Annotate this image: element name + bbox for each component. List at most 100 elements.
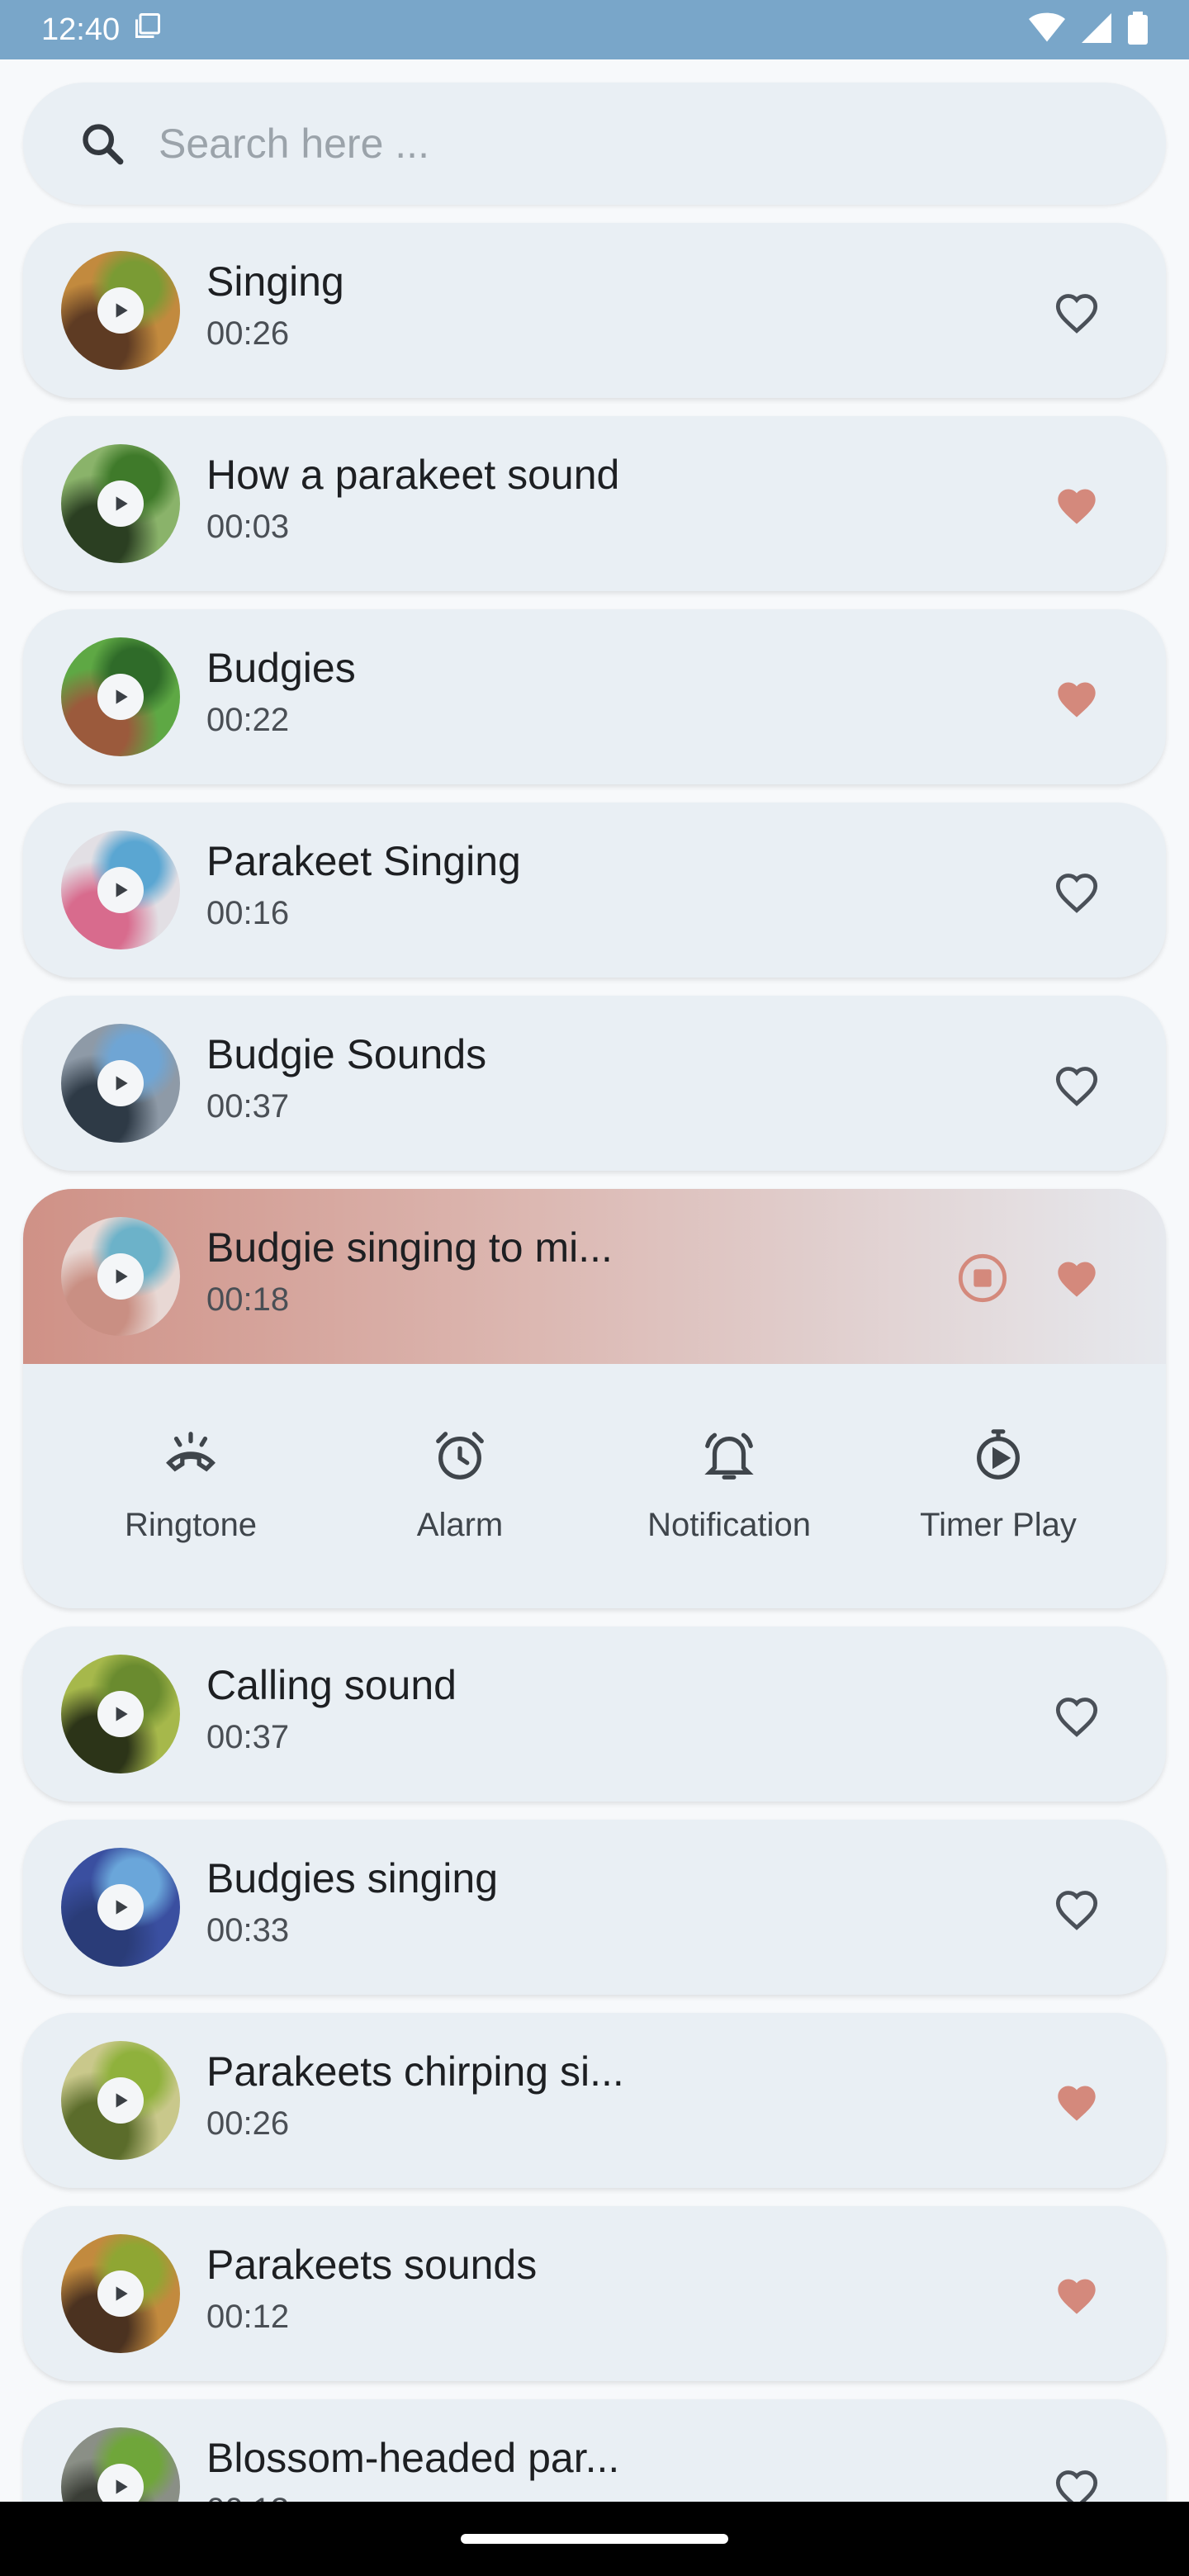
sound-title: Singing bbox=[206, 258, 344, 305]
heart-outline-icon[interactable] bbox=[1047, 282, 1106, 342]
sound-thumbnail[interactable] bbox=[61, 251, 180, 370]
sound-row[interactable]: Budgie singing to mi... 00:18 bbox=[23, 1189, 1166, 1364]
play-icon[interactable] bbox=[97, 2271, 144, 2317]
heart-filled-icon[interactable] bbox=[1047, 2072, 1106, 2132]
sound-card[interactable]: Budgie Sounds 00:37 bbox=[23, 996, 1166, 1171]
heart-outline-icon[interactable] bbox=[1047, 862, 1106, 921]
action-notification[interactable]: Notification bbox=[605, 1427, 853, 1544]
action-label: Timer Play bbox=[920, 1507, 1077, 1543]
play-icon[interactable] bbox=[97, 1884, 144, 1930]
sound-row[interactable]: Budgies singing 00:33 bbox=[23, 1820, 1166, 1995]
ringtone-icon bbox=[162, 1427, 220, 1489]
sound-row[interactable]: Calling sound 00:37 bbox=[23, 1627, 1166, 1802]
sound-title: Parakeets chirping si... bbox=[206, 2048, 624, 2095]
sound-title: Calling sound bbox=[206, 1662, 457, 1708]
play-icon[interactable] bbox=[97, 674, 144, 720]
heart-filled-icon[interactable] bbox=[1047, 1248, 1106, 1308]
heart-filled-icon[interactable] bbox=[1047, 669, 1106, 728]
action-timer-play[interactable]: Timer Play bbox=[874, 1427, 1122, 1544]
sound-card[interactable]: Parakeets chirping si... 00:26 bbox=[23, 2013, 1166, 2188]
sound-title: Blossom-headed par... bbox=[206, 2435, 620, 2481]
sound-row[interactable]: Parakeet Singing 00:16 bbox=[23, 803, 1166, 978]
screenshot-icon bbox=[133, 11, 163, 49]
sound-duration: 00:16 bbox=[206, 895, 290, 931]
sound-duration: 00:26 bbox=[206, 2105, 290, 2142]
sound-row[interactable]: Singing 00:26 bbox=[23, 223, 1166, 398]
sound-duration: 00:18 bbox=[206, 1281, 290, 1318]
sound-title: Parakeets sounds bbox=[206, 2242, 538, 2288]
play-icon[interactable] bbox=[97, 481, 144, 527]
sound-thumbnail[interactable] bbox=[61, 444, 180, 563]
sound-title: Parakeet Singing bbox=[206, 838, 521, 884]
sound-duration: 00:13 bbox=[206, 2492, 289, 2502]
heart-outline-icon[interactable] bbox=[1047, 2459, 1106, 2502]
sound-card[interactable]: Parakeets sounds 00:12 bbox=[23, 2206, 1166, 2381]
sound-row[interactable]: Budgie Sounds 00:37 bbox=[23, 996, 1166, 1171]
sound-card[interactable]: Calling sound 00:37 bbox=[23, 1627, 1166, 1802]
sound-row[interactable]: Budgies 00:22 bbox=[23, 609, 1166, 784]
play-icon[interactable] bbox=[97, 1691, 144, 1737]
sound-duration: 00:37 bbox=[206, 1719, 290, 1755]
status-bar: 12:40 bbox=[0, 0, 1189, 59]
sound-row[interactable]: Parakeets chirping si... 00:26 bbox=[23, 2013, 1166, 2188]
sound-actions: Ringtone Alarm Notification Timer Play bbox=[23, 1364, 1166, 1608]
sound-duration: 00:12 bbox=[206, 2299, 290, 2335]
sound-title: Budgie Sounds bbox=[206, 1031, 487, 1077]
play-icon[interactable] bbox=[97, 2464, 144, 2502]
sound-card[interactable]: Blossom-headed par... 00:13 bbox=[23, 2399, 1166, 2502]
sound-card[interactable]: Singing 00:26 bbox=[23, 223, 1166, 398]
sound-duration: 00:37 bbox=[206, 1088, 290, 1125]
action-label: Alarm bbox=[416, 1507, 504, 1543]
sound-row[interactable]: Parakeets sounds 00:12 bbox=[23, 2206, 1166, 2381]
sound-thumbnail[interactable] bbox=[61, 1217, 180, 1336]
signal-icon bbox=[1082, 12, 1111, 47]
battery-icon bbox=[1128, 11, 1148, 49]
stop-icon[interactable] bbox=[956, 1252, 1009, 1305]
heart-outline-icon[interactable] bbox=[1047, 1055, 1106, 1115]
status-time: 12:40 bbox=[41, 12, 121, 47]
sound-thumbnail[interactable] bbox=[61, 1848, 180, 1967]
play-icon[interactable] bbox=[97, 1253, 144, 1300]
sound-thumbnail[interactable] bbox=[61, 2427, 180, 2502]
sound-thumbnail[interactable] bbox=[61, 1024, 180, 1143]
alarm-icon bbox=[431, 1427, 489, 1489]
notification-icon bbox=[700, 1427, 758, 1489]
play-icon[interactable] bbox=[97, 2077, 144, 2124]
sound-thumbnail[interactable] bbox=[61, 637, 180, 756]
heart-filled-icon[interactable] bbox=[1047, 476, 1106, 535]
action-ringtone[interactable]: Ringtone bbox=[67, 1427, 315, 1544]
sound-thumbnail[interactable] bbox=[61, 2234, 180, 2353]
heart-filled-icon[interactable] bbox=[1047, 2266, 1106, 2325]
heart-outline-icon[interactable] bbox=[1047, 1686, 1106, 1745]
sound-card[interactable]: How a parakeet sound 00:03 bbox=[23, 416, 1166, 591]
search-icon[interactable] bbox=[76, 117, 129, 170]
timer-play-icon bbox=[969, 1427, 1027, 1489]
sound-card[interactable]: Budgies 00:22 bbox=[23, 609, 1166, 784]
sound-card[interactable]: Budgies singing 00:33 bbox=[23, 1820, 1166, 1995]
play-icon[interactable] bbox=[97, 1060, 144, 1106]
wifi-icon bbox=[1029, 12, 1065, 49]
sound-row[interactable]: Blossom-headed par... 00:13 bbox=[23, 2399, 1166, 2502]
action-alarm[interactable]: Alarm bbox=[336, 1427, 584, 1544]
sound-row[interactable]: How a parakeet sound 00:03 bbox=[23, 416, 1166, 591]
search-bar[interactable] bbox=[23, 83, 1166, 205]
play-icon[interactable] bbox=[97, 867, 144, 913]
search-input[interactable] bbox=[159, 120, 984, 168]
sound-thumbnail[interactable] bbox=[61, 1655, 180, 1773]
action-label: Notification bbox=[647, 1507, 811, 1543]
sound-duration: 00:22 bbox=[206, 702, 290, 738]
sound-thumbnail[interactable] bbox=[61, 2041, 180, 2160]
sound-thumbnail[interactable] bbox=[61, 831, 180, 949]
sound-duration: 00:26 bbox=[206, 315, 290, 352]
action-label: Ringtone bbox=[124, 1507, 258, 1543]
sound-title: Budgies bbox=[206, 645, 356, 691]
sound-list-viewport[interactable]: Singing 00:26 How a parakeet sound 00:03 Bud… bbox=[0, 59, 1189, 2502]
heart-outline-icon[interactable] bbox=[1047, 1879, 1106, 1939]
sound-card[interactable]: Parakeet Singing 00:16 bbox=[23, 803, 1166, 978]
home-gesture-handle[interactable] bbox=[461, 2534, 728, 2544]
sound-title: Budgies singing bbox=[206, 1855, 499, 1901]
sound-card-playing[interactable]: Budgie singing to mi... 00:18 Ringtone Alar… bbox=[23, 1189, 1166, 1608]
navigation-bar bbox=[0, 2502, 1189, 2576]
play-icon[interactable] bbox=[97, 287, 144, 334]
sound-title: How a parakeet sound bbox=[206, 452, 620, 498]
